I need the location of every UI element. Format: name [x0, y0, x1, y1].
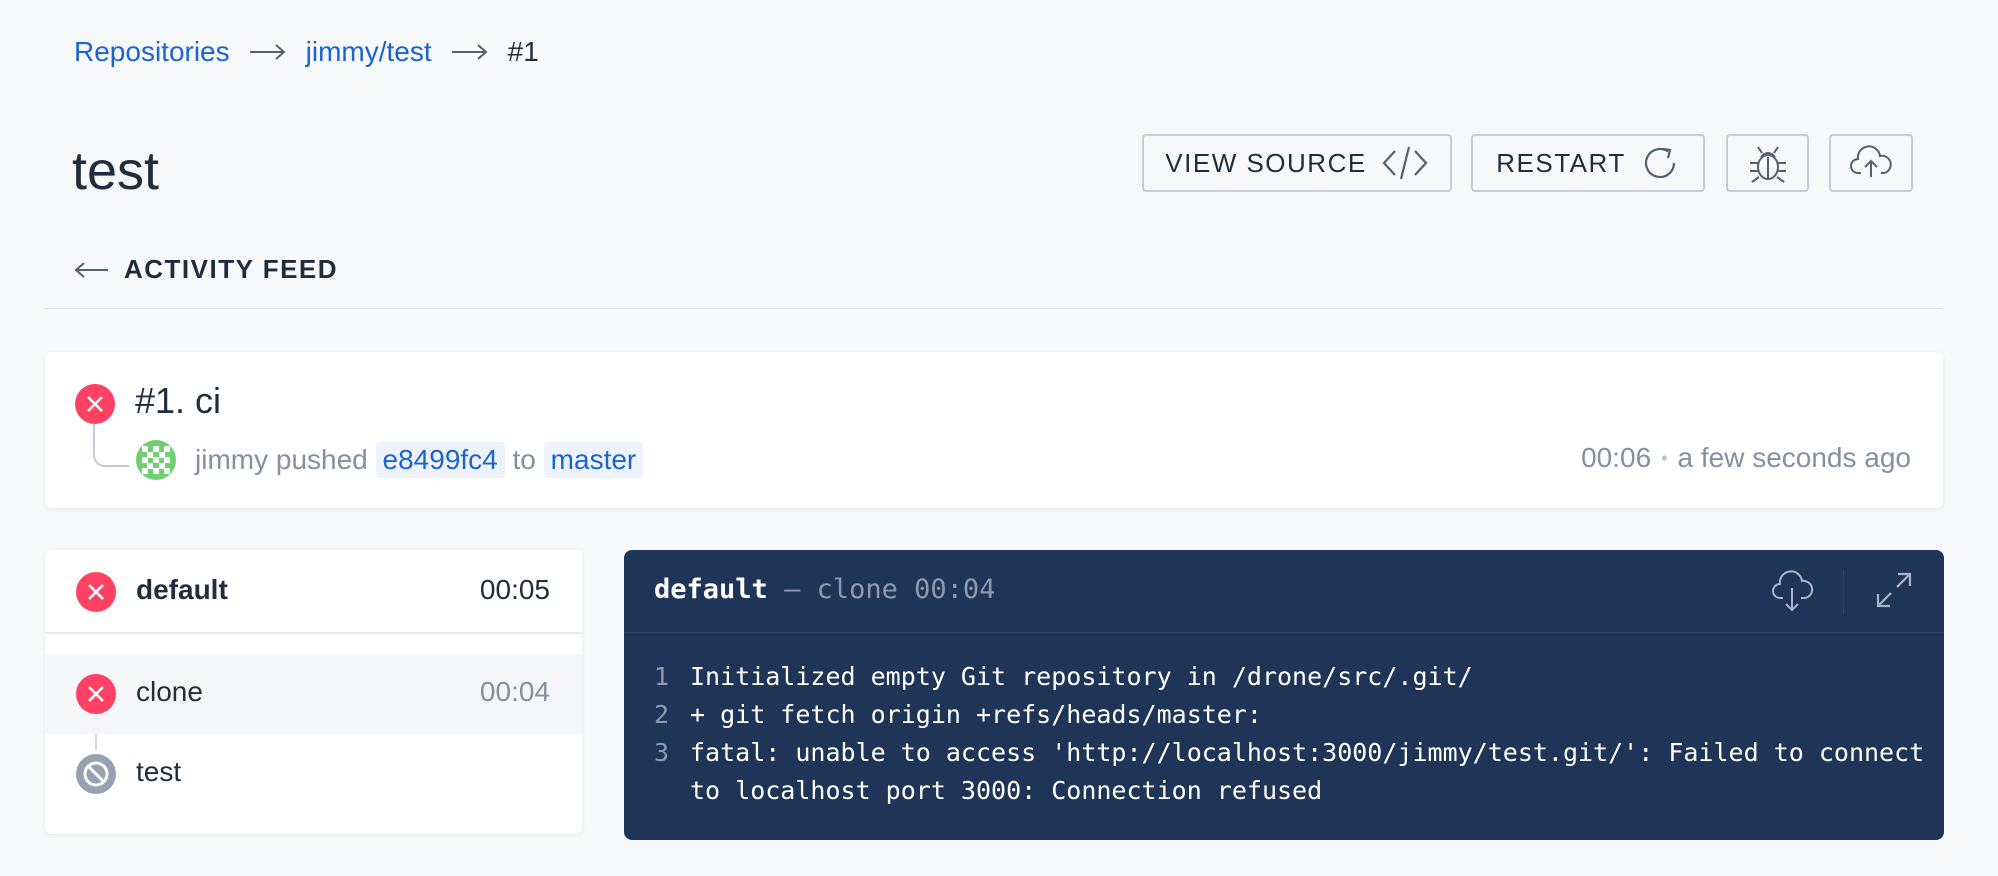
bug-icon: [1749, 146, 1786, 183]
restart-button[interactable]: RESTART: [1471, 134, 1705, 192]
cloud-upload-icon: [1850, 145, 1892, 177]
build-card: #1. ci jimmy pushed e8499fc4 to master 0…: [45, 352, 1943, 508]
view-source-button[interactable]: VIEW SOURCE: [1142, 134, 1452, 192]
log-line: 3 fatal: unable to access 'http://localho…: [654, 738, 1925, 767]
log-line: 2 + git fetch origin +refs/heads/master:: [654, 700, 1262, 729]
arrow-right-icon: [451, 44, 488, 60]
step-row-test[interactable]: test: [45, 734, 582, 814]
step-row-clone[interactable]: clone 00:04: [45, 654, 582, 734]
stage-duration: 00:05: [479, 574, 550, 605]
avatar: [136, 440, 176, 480]
log-header: default — clone 00:04: [624, 550, 1944, 633]
view-source-label: VIEW SOURCE: [1165, 147, 1367, 178]
code-icon: [1382, 146, 1428, 180]
build-meta: jimmy pushed e8499fc4 to master: [195, 442, 644, 478]
activity-feed-label: ACTIVITY FEED: [124, 254, 339, 284]
failure-status-icon: [76, 572, 116, 612]
step-duration: 00:04: [479, 676, 550, 707]
expand-icon[interactable]: [1876, 572, 1912, 608]
breadcrumb-current: #1: [507, 36, 539, 67]
build-title: #1. ci: [135, 380, 222, 421]
skipped-status-icon: [76, 754, 116, 794]
log-stage: default: [654, 574, 768, 605]
build-time-ago: a few seconds ago: [1677, 442, 1912, 473]
log-step: clone: [816, 574, 898, 605]
log-panel: default — clone 00:04 1 Initialized empty…: [624, 550, 1944, 840]
failure-status-icon: [75, 384, 115, 424]
step-name: clone: [136, 676, 203, 707]
build-author: jimmy: [195, 444, 269, 475]
log-dash: —: [784, 574, 801, 605]
tree-connector: [93, 424, 129, 467]
activity-feed-link[interactable]: ACTIVITY FEED: [74, 254, 338, 285]
separator-dot: •: [1661, 447, 1668, 468]
debug-button[interactable]: [1726, 134, 1809, 192]
promote-button[interactable]: [1829, 134, 1913, 192]
restart-label: RESTART: [1496, 147, 1626, 178]
breadcrumb-repositories[interactable]: Repositories: [74, 36, 230, 68]
arrow-right-icon: [249, 44, 286, 60]
step-name: test: [136, 756, 182, 787]
build-timing: 00:06 • a few seconds ago: [1581, 442, 1911, 474]
breadcrumb-repo[interactable]: jimmy/test: [306, 36, 432, 68]
build-action: pushed: [275, 444, 368, 475]
refresh-icon: [1644, 147, 1675, 179]
stages-panel: default 00:05 clone 00:04 test: [45, 550, 582, 834]
log-title: default — clone 00:04: [654, 574, 995, 605]
divider: [44, 308, 1942, 309]
log-line: 1 Initialized empty Git repository in /dr…: [654, 662, 1473, 691]
failure-status-icon: [76, 674, 116, 714]
stage-name: default: [136, 574, 228, 605]
build-duration: 00:06: [1581, 442, 1652, 473]
stage-header[interactable]: default 00:05: [45, 550, 582, 634]
to-word: to: [512, 444, 536, 475]
commit-link[interactable]: e8499fc4: [375, 442, 505, 478]
download-icon[interactable]: [1770, 570, 1814, 614]
log-line: to localhost port 3000: Connection refus…: [690, 776, 1323, 805]
arrow-left-icon: [74, 261, 108, 278]
log-duration: 00:04: [914, 574, 996, 605]
breadcrumb: Repositories jimmy/test #1: [74, 36, 539, 68]
branch-link[interactable]: master: [543, 442, 644, 478]
divider: [1843, 570, 1844, 614]
page-title: test: [72, 141, 160, 201]
